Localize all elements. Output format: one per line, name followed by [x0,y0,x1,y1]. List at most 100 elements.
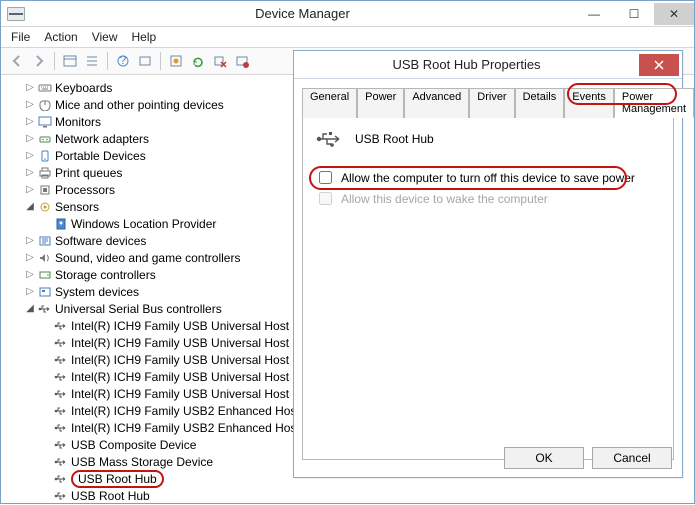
usb-icon [53,370,69,384]
toolbar-list-button[interactable] [82,51,102,71]
dialog-titlebar: USB Root Hub Properties [294,51,682,79]
usb-icon [53,336,69,350]
usb-icon [53,319,69,333]
tree-node-label: USB Root Hub [71,470,164,488]
tree-node-label: Network adapters [55,132,149,146]
location-icon [53,217,69,231]
usb-icon [53,438,69,452]
tree-node-label: USB Mass Storage Device [71,455,213,469]
expand-icon[interactable]: ▷ [23,269,37,280]
tree-node-label: Sensors [55,200,99,214]
monitor-icon [37,115,53,129]
expand-icon[interactable]: ▷ [23,252,37,263]
tree-node-label: Print queues [55,166,122,180]
menu-file[interactable]: File [11,30,30,44]
minimize-button[interactable]: — [574,3,614,25]
keyboard-icon [37,81,53,95]
storage-icon [37,268,53,282]
tree-node-label: Portable Devices [55,149,146,163]
expand-icon[interactable]: ▷ [23,116,37,127]
menu-help[interactable]: Help [132,30,157,44]
toolbar-view-button[interactable] [60,51,80,71]
tab-general[interactable]: General [302,88,357,118]
tree-node-label: System devices [55,285,139,299]
tab-driver[interactable]: Driver [469,88,514,118]
system-icon [37,285,53,299]
tree-node-label: USB Root Hub [71,489,150,503]
toolbar-help-button[interactable]: ? [113,51,133,71]
toolbar-uninstall-button[interactable] [232,51,252,71]
window-title: Device Manager [31,6,574,21]
expand-icon[interactable]: ▷ [23,286,37,297]
expand-icon[interactable]: ▷ [23,184,37,195]
tree-node-label: Mice and other pointing devices [55,98,224,112]
net-icon [37,132,53,146]
expand-icon[interactable]: ▷ [23,150,37,161]
usb-icon [53,472,69,486]
allow-power-off-label: Allow the computer to turn off this devi… [341,171,635,185]
device-name: USB Root Hub [355,132,434,146]
tab-panel: USB Root Hub Allow the computer to turn … [302,118,674,460]
expand-icon[interactable]: ▷ [23,99,37,110]
titlebar: Device Manager — ☐ ✕ [1,1,694,27]
toolbar-properties-button[interactable] [166,51,186,71]
portable-icon [37,149,53,163]
expand-icon[interactable]: ▷ [23,167,37,178]
software-icon [37,234,53,248]
tree-node-label: Software devices [55,234,146,248]
usb-icon [315,128,345,150]
usb-icon [53,455,69,469]
svg-text:?: ? [120,54,127,67]
forward-button[interactable] [29,51,49,71]
expand-icon[interactable]: ▷ [23,235,37,246]
menubar: File Action View Help [1,27,694,48]
usb-icon [53,353,69,367]
sensor-icon [37,200,53,214]
allow-wake-label: Allow this device to wake the computer [341,192,548,206]
mouse-icon [37,98,53,112]
expand-icon[interactable]: ▷ [23,82,37,93]
tree-node-label: Monitors [55,115,101,129]
collapse-icon[interactable]: ◢ [23,303,37,314]
allow-power-off-checkbox[interactable] [319,171,332,184]
menu-view[interactable]: View [92,30,118,44]
dialog-title: USB Root Hub Properties [294,57,639,72]
tree-node-label: Sound, video and game controllers [55,251,240,265]
tab-power-management[interactable]: Power Management [614,88,694,118]
tab-advanced[interactable]: Advanced [404,88,469,118]
app-icon [7,7,25,21]
usb-icon [53,387,69,401]
tree-node-label: USB Composite Device [71,438,196,452]
usb-icon [53,404,69,418]
back-button[interactable] [7,51,27,71]
maximize-button[interactable]: ☐ [614,3,654,25]
properties-dialog: USB Root Hub Properties General Power Ad… [293,50,683,478]
allow-wake-checkbox [319,192,332,205]
toolbar-disable-button[interactable] [210,51,230,71]
close-button[interactable]: ✕ [654,3,694,25]
allow-power-off-row[interactable]: Allow the computer to turn off this devi… [315,168,661,187]
menu-action[interactable]: Action [44,30,77,44]
tree-node[interactable]: USB Root Hub [7,487,692,504]
tab-events[interactable]: Events [564,88,614,118]
usb-icon [53,421,69,435]
usb-icon [37,302,53,316]
toolbar-scan-button[interactable] [135,51,155,71]
tree-node-label: Storage controllers [55,268,156,282]
cpu-icon [37,183,53,197]
usb-icon [53,489,69,503]
tab-power[interactable]: Power [357,88,404,118]
tab-strip: General Power Advanced Driver Details Ev… [302,87,674,118]
dialog-close-button[interactable] [639,54,679,76]
tree-node-label: Processors [55,183,115,197]
printer-icon [37,166,53,180]
allow-wake-row: Allow this device to wake the computer [315,189,661,208]
expand-icon[interactable]: ▷ [23,133,37,144]
ok-button[interactable]: OK [504,447,584,469]
sound-icon [37,251,53,265]
tree-node-label: Universal Serial Bus controllers [55,302,222,316]
tab-details[interactable]: Details [515,88,565,118]
toolbar-update-button[interactable] [188,51,208,71]
collapse-icon[interactable]: ◢ [23,201,37,212]
cancel-button[interactable]: Cancel [592,447,672,469]
